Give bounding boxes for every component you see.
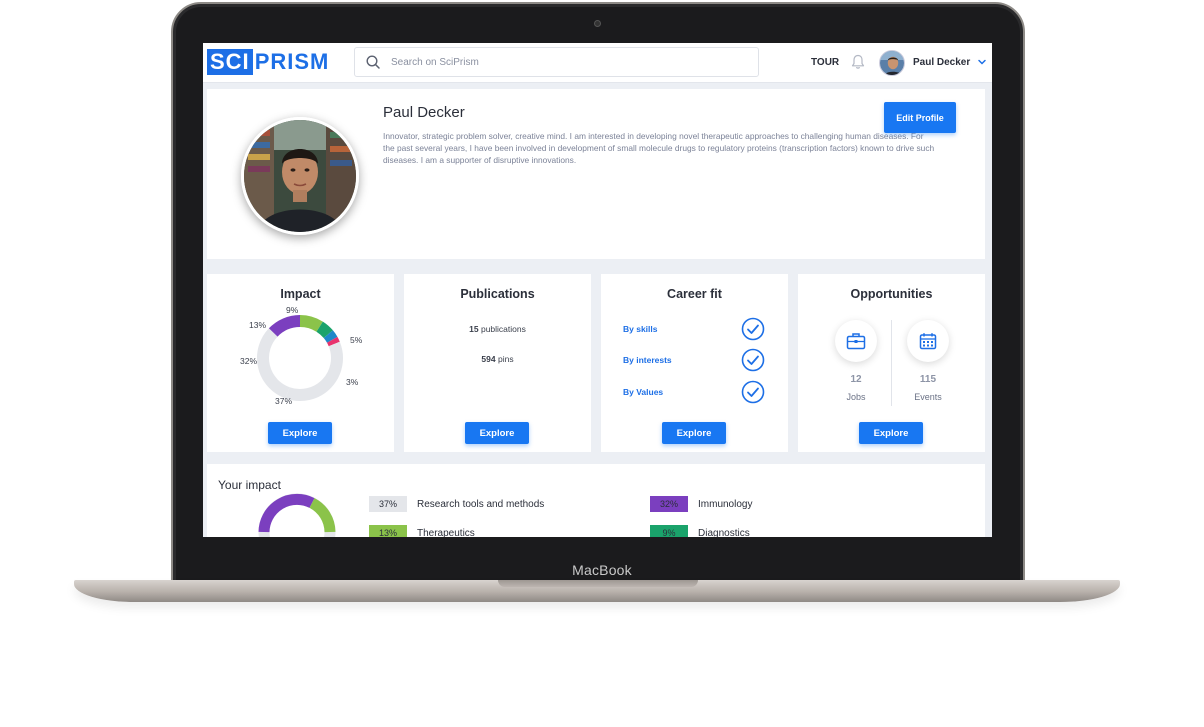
impact-label-13: 13% [249,320,267,330]
impact-donut-slice [257,328,290,399]
impact-donut-slice [326,336,340,347]
top-bar: SCI PRISM TOUR Paul Decker [203,43,992,83]
calendar-icon [919,333,937,350]
pins-count: 594 [481,354,496,364]
your-impact-title: Your impact [218,478,281,492]
search-icon [366,55,380,69]
legend-badge: 37% [369,496,407,512]
legend-label: Therapeutics [417,527,475,538]
bell-icon[interactable] [851,54,865,70]
publications-count: 15 [469,324,479,334]
impact-donut-slice [316,321,333,339]
opportunities-card: Opportunities 12 Jobs 115 Events Explore [798,274,985,452]
chevron-down-icon[interactable] [977,57,987,67]
impact-label-32: 32% [240,356,258,366]
camera [594,20,601,27]
user-name[interactable]: Paul Decker [913,57,970,68]
publications-explore-button[interactable]: Explore [465,422,529,444]
career-fit-values[interactable]: By Values [623,380,765,404]
impact-label-3: 3% [346,377,359,387]
career-fit-interests-label: By interests [623,355,672,365]
check-circle-icon [741,380,765,404]
opportunities-explore-button[interactable]: Explore [859,422,923,444]
jobs-count: 12 [850,374,862,385]
impact-donut-slice [323,330,338,343]
impact-donut-chart [257,315,343,401]
edit-profile-button[interactable]: Edit Profile [884,102,956,133]
career-fit-card: Career fit By skills By interests By Val… [601,274,788,452]
profile-name: Paul Decker [383,104,465,121]
career-fit-interests[interactable]: By interests [623,348,765,372]
your-impact-panel: Your impact 37% Research tools and metho… [207,464,985,537]
profile-avatar [241,117,359,235]
legend-badge: 13% [369,525,407,537]
logo[interactable]: SCI PRISM [207,49,329,75]
publications-title: Publications [460,287,535,301]
user-avatar[interactable] [879,50,905,76]
screen: SCI PRISM TOUR Paul Decker [203,43,992,537]
profile-card: Paul Decker Innovator, strategic problem… [207,89,985,259]
legend-label: Diagnostics [698,527,750,538]
career-fit-title: Career fit [667,287,722,301]
check-circle-icon [741,348,765,372]
impact-donut-slice [299,315,323,332]
jobs-icon-button[interactable] [835,320,877,362]
tour-link[interactable]: TOUR [811,57,839,68]
your-impact-donut [258,493,336,537]
search-input[interactable] [391,56,731,68]
legend-badge: 9% [650,525,688,537]
publications-count-line: 15 publications [404,324,591,334]
profile-photo [244,120,356,232]
logo-prism: PRISM [254,49,330,74]
pins-count-line: 594 pins [404,354,591,364]
legend-therapeutics: 13% Therapeutics [369,525,475,537]
pins-unit: pins [497,354,514,364]
impact-label-9: 9% [286,305,299,315]
logo-sci: SCI [207,49,253,75]
impact-card: Impact 9% 5% 3% 37% 32% 13% Explore [207,274,394,452]
legend-label: Immunology [698,498,753,510]
impact-label-5: 5% [350,335,363,345]
device-label: MacBook [572,562,632,578]
check-circle-icon [741,317,765,341]
events-count: 115 [919,374,937,385]
career-fit-skills[interactable]: By skills [623,317,765,341]
publications-unit: publications [480,324,526,334]
career-fit-explore-button[interactable]: Explore [662,422,726,444]
laptop-notch [498,580,698,587]
legend-badge: 32% [650,496,688,512]
impact-title: Impact [280,287,321,301]
career-fit-values-label: By Values [623,387,664,397]
avatar-photo [880,51,904,75]
briefcase-icon [846,333,866,350]
jobs-label: Jobs [846,392,866,402]
profile-bio: Innovator, strategic problem solver, cre… [383,131,935,165]
publications-card: Publications 15 publications 594 pins Ex… [404,274,591,452]
events-label: Events [914,392,942,402]
career-fit-skills-label: By skills [623,324,658,334]
legend-research-tools: 37% Research tools and methods [369,496,544,512]
impact-label-37: 37% [275,396,293,406]
legend-label: Research tools and methods [417,498,545,510]
impact-donut-slice [268,315,301,337]
search-bar[interactable] [354,47,759,77]
legend-diagnostics: 9% Diagnostics [650,525,750,537]
legend-immunology: 32% Immunology [650,496,752,512]
opportunities-title: Opportunities [850,287,933,301]
events-icon-button[interactable] [907,320,949,362]
impact-donut-slice [285,341,343,401]
impact-explore-button[interactable]: Explore [268,422,332,444]
opportunities-divider [891,320,892,406]
